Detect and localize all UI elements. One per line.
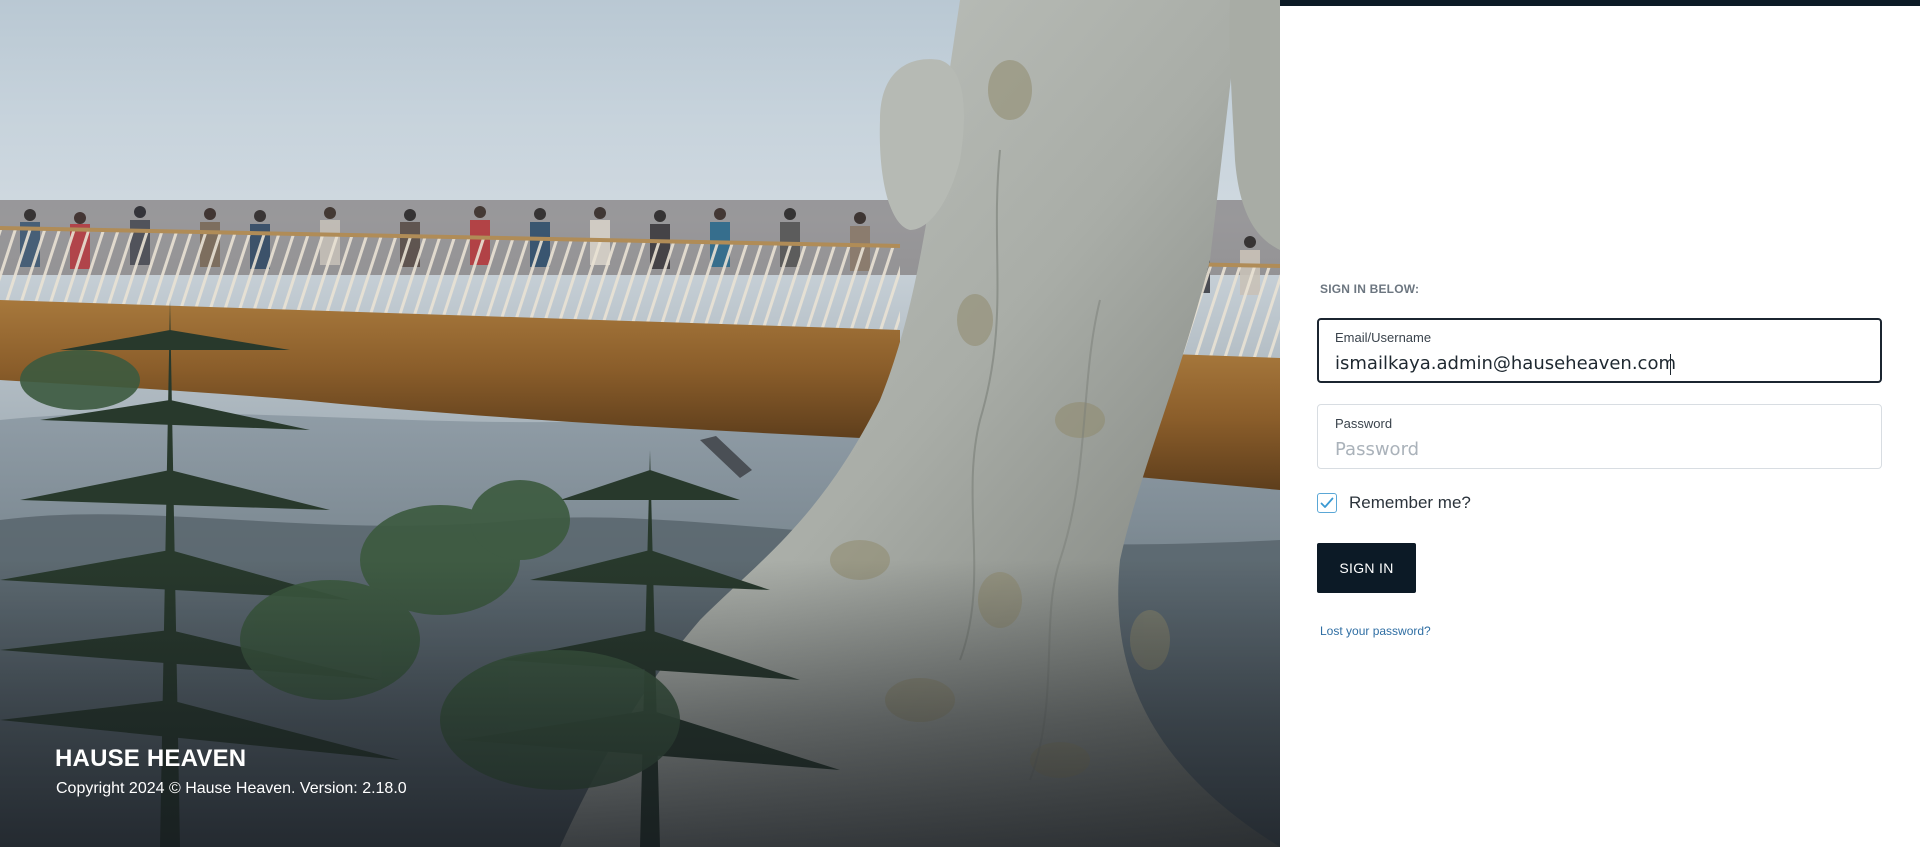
text-caret (1670, 354, 1671, 375)
hero-gradient-overlay (0, 560, 1280, 847)
remember-me-row[interactable]: Remember me? (1317, 492, 1471, 514)
signin-heading: SIGN IN BELOW: (1320, 282, 1420, 296)
email-field-label: Email/Username (1335, 330, 1432, 345)
email-field[interactable]: Email/Username (1317, 318, 1882, 383)
remember-me-checkbox[interactable] (1317, 493, 1337, 513)
lost-password-link[interactable]: Lost your password? (1320, 624, 1431, 638)
brand-name: HAUSE HEAVEN (55, 745, 247, 772)
signin-panel: SIGN IN BELOW: Email/Username Password R… (1280, 0, 1920, 847)
top-accent-bar (1280, 0, 1920, 6)
password-field[interactable]: Password (1317, 404, 1882, 469)
remember-me-label: Remember me? (1349, 493, 1471, 512)
copyright-text: Copyright 2024 © Hause Heaven. Version: … (56, 780, 407, 797)
checkmark-icon (1320, 497, 1334, 508)
hero-panel: HAUSE HEAVEN Copyright 2024 © Hause Heav… (0, 0, 1280, 847)
password-field-label: Password (1335, 416, 1393, 431)
password-input[interactable] (1335, 436, 1865, 462)
sign-in-button[interactable]: SIGN IN (1317, 543, 1416, 593)
email-input[interactable] (1335, 350, 1865, 376)
